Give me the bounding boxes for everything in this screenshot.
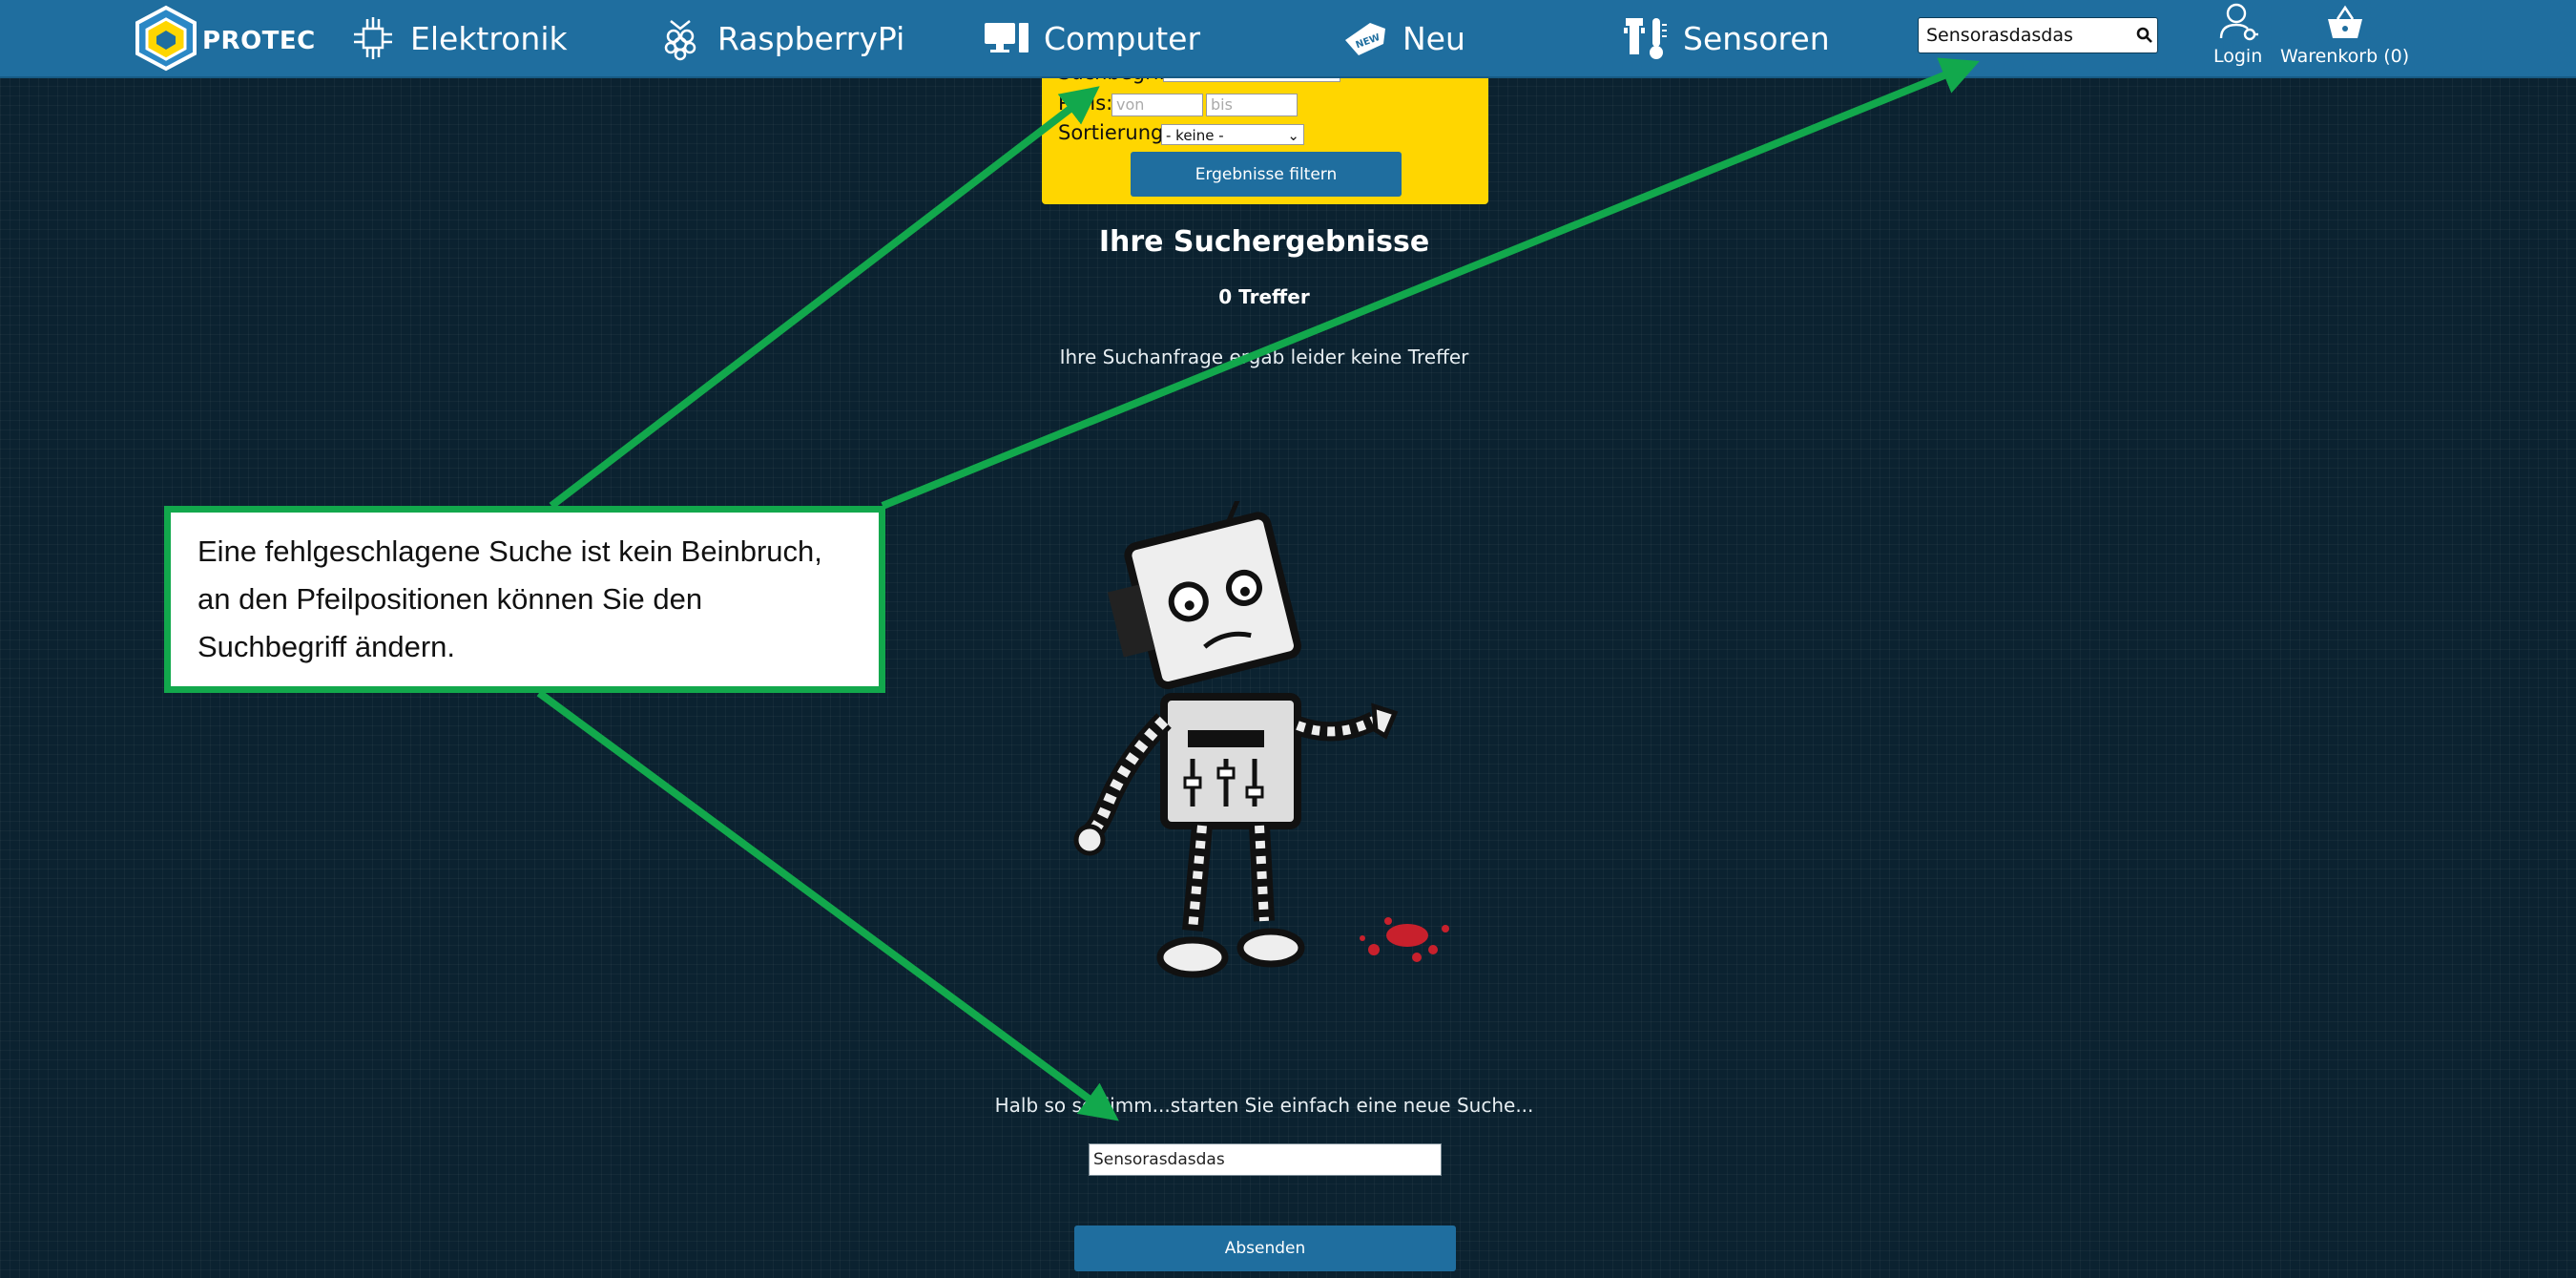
filter-sort-label: Sortierung:: [1058, 121, 1171, 144]
new-tag-icon: NEW: [1341, 14, 1389, 62]
top-navigation-bar: PROTEC Elektronik RaspberryPi Computer N…: [0, 0, 2576, 78]
filter-price-label: Preis:: [1058, 92, 1113, 115]
filter-button-label: Ergebnisse filtern: [1195, 164, 1338, 184]
nav-label: Computer: [1044, 19, 1201, 57]
nav-label: RaspberryPi: [717, 19, 905, 57]
retry-message: Halb so schlimm...starten Sie einfach ei…: [994, 1094, 1534, 1117]
nav-item-sensoren[interactable]: Sensoren: [1622, 0, 1830, 76]
sensor-icon: [1622, 14, 1670, 62]
sort-select[interactable]: - keine - ⌄: [1161, 124, 1304, 145]
price-to-input[interactable]: bis: [1206, 94, 1298, 116]
nav-label: Neu: [1402, 19, 1465, 57]
nav-item-raspberrypi[interactable]: RaspberryPi: [656, 0, 904, 76]
basket-icon: [2327, 5, 2362, 38]
search-icon[interactable]: [2131, 21, 2158, 50]
sort-selected-value: - keine -: [1166, 127, 1224, 144]
header-search-input[interactable]: Sensorasdasdas: [1918, 17, 2158, 53]
nav-item-neu[interactable]: NEW Neu: [1341, 0, 1465, 76]
arrow-to-new-search: [536, 689, 1119, 1121]
nav-item-computer[interactable]: Computer: [983, 0, 1200, 76]
nav-item-elektronik[interactable]: Elektronik: [349, 0, 568, 76]
cart-button[interactable]: Warenkorb (0): [2280, 2, 2409, 67]
new-search-input[interactable]: Sensorasdasdas: [1089, 1143, 1442, 1176]
login-button[interactable]: Login: [2213, 2, 2262, 67]
cart-label: Warenkorb (0): [2280, 46, 2410, 67]
filter-results-button[interactable]: Ergebnisse filtern: [1131, 152, 1402, 197]
nav-label: Elektronik: [410, 19, 568, 57]
raspberry-icon: [656, 14, 704, 62]
logo-cube-icon: [135, 5, 197, 72]
hit-count: 0 Treffer: [1218, 285, 1310, 308]
protec-logo[interactable]: PROTEC: [132, 4, 315, 73]
circuit-icon: [349, 14, 397, 62]
chevron-down-icon: ⌄: [1287, 127, 1299, 144]
nav-label: Sensoren: [1683, 19, 1830, 57]
sad-robot-illustration: [1073, 501, 1449, 978]
price-from-input[interactable]: von: [1111, 94, 1203, 116]
login-label: Login: [2213, 46, 2263, 67]
user-icon: [2219, 3, 2258, 41]
logo-text: PROTEC: [202, 27, 316, 55]
no-results-message: Ihre Suchanfrage ergab leider keine Tref…: [1059, 346, 1469, 368]
submit-button-label: Absenden: [1224, 1239, 1306, 1258]
results-title: Ihre Suchergebnisse: [1098, 225, 1430, 259]
computer-icon: [983, 14, 1030, 62]
submit-button[interactable]: Absenden: [1074, 1226, 1456, 1271]
annotation-callout: Eine fehlgeschlagene Suche ist kein Bein…: [164, 506, 885, 693]
